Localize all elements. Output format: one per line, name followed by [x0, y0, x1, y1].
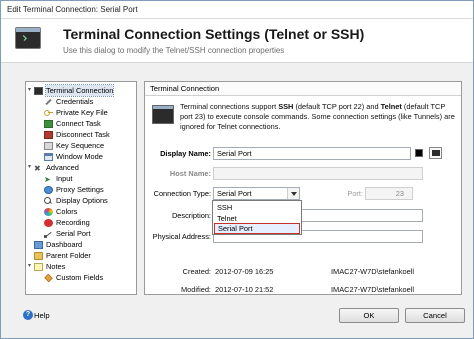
wrench-icon — [44, 98, 53, 106]
dropdown-option-ssh[interactable]: SSH — [214, 202, 300, 213]
tree-item-label: Display Options — [56, 196, 108, 205]
tree-item-label: Proxy Settings — [56, 185, 104, 194]
tree-item-label: Key Sequence — [56, 141, 105, 150]
tree-item-label: Private Key File — [56, 108, 108, 117]
modified-date: 2012-07-10 21:52 — [215, 285, 274, 294]
settings-tree[interactable]: ▾ Terminal Connection Credentials Privat… — [25, 81, 137, 295]
tools-icon — [34, 163, 43, 174]
connection-type-label: Connection Type: — [153, 189, 211, 198]
key-icon — [44, 109, 53, 117]
window-title: Edit Terminal Connection: Serial Port — [7, 5, 138, 14]
chevron-down-icon[interactable] — [287, 188, 299, 199]
display-name-field[interactable]: Serial Port — [213, 147, 411, 160]
tree-item-notes[interactable]: Notes — [34, 261, 65, 272]
tree-item-advanced[interactable]: Advanced — [34, 162, 79, 174]
window-icon — [44, 152, 53, 161]
tree-item-window-mode[interactable]: Window Mode — [44, 151, 103, 162]
titlebar: Edit Terminal Connection: Serial Port — [1, 1, 473, 19]
connect-task-icon — [44, 119, 53, 128]
tree-item-connect-task[interactable]: Connect Task — [44, 118, 101, 129]
search-icon — [44, 196, 53, 205]
tree-item-dashboard[interactable]: Dashboard — [34, 239, 82, 250]
tree-item-display-options[interactable]: Display Options — [44, 195, 108, 206]
tree-item-label: Serial Port — [56, 229, 91, 238]
globe-icon — [44, 185, 53, 194]
settings-panel: Terminal Connection Terminal connections… — [144, 81, 462, 295]
tree-item-disconnect-task[interactable]: Disconnect Task — [44, 129, 110, 140]
tree-item-recording[interactable]: Recording — [44, 217, 90, 228]
dashboard-icon — [34, 240, 43, 249]
panel-description: Terminal connections support SSH (defaul… — [180, 102, 455, 131]
notes-icon — [34, 262, 43, 271]
help-label: Help — [34, 310, 50, 320]
port-label: Port: — [347, 189, 363, 198]
physical-address-label: Physical Address: — [152, 232, 211, 241]
help-link[interactable]: ? Help — [23, 310, 50, 320]
tree-item-label: Colors — [56, 207, 78, 216]
terminal-icon — [34, 86, 43, 95]
color-picker[interactable] — [415, 149, 423, 157]
tree-item-label: Parent Folder — [46, 251, 91, 260]
help-icon: ? — [23, 310, 33, 320]
tree-item-input[interactable]: Input — [44, 173, 73, 185]
colors-icon — [44, 207, 53, 216]
modified-by: IMAC27-W7D\stefankoell — [331, 285, 414, 294]
modified-label: Modified: — [181, 285, 211, 294]
created-label: Created: — [182, 267, 211, 276]
record-icon — [44, 218, 53, 227]
tree-item-credentials[interactable]: Credentials — [44, 96, 93, 107]
tree-item-label: Disconnect Task — [56, 130, 110, 139]
panel-title: Terminal Connection — [145, 82, 461, 96]
ok-button[interactable]: OK — [339, 308, 399, 323]
tree-item-label: Window Mode — [56, 152, 103, 161]
port-field[interactable]: 23 — [365, 187, 413, 200]
serial-port-icon — [44, 230, 53, 238]
tree-item-parent-folder[interactable]: Parent Folder — [34, 250, 91, 261]
cancel-button[interactable]: Cancel — [405, 308, 465, 323]
tree-item-private-key-file[interactable]: Private Key File — [44, 107, 108, 118]
tree-item-label: Custom Fields — [56, 273, 104, 282]
created-by: IMAC27-W7D\stefankoell — [331, 267, 414, 276]
header-subtitle: Use this dialog to modify the Telnet/SSH… — [63, 46, 285, 55]
tree-item-custom-fields[interactable]: Custom Fields — [44, 272, 103, 283]
tree-item-proxy-settings[interactable]: Proxy Settings — [44, 184, 104, 195]
dialog-header: Terminal Connection Settings (Telnet or … — [1, 19, 473, 63]
tree-item-label: Notes — [46, 262, 66, 271]
host-name-label: Host Name: — [169, 169, 211, 178]
tree-item-label: Input — [56, 174, 73, 183]
tree-item-label: Advanced — [46, 163, 79, 172]
tree-item-label: Dashboard — [46, 240, 83, 249]
input-icon — [44, 174, 53, 185]
display-name-label: Display Name: — [160, 149, 211, 158]
tree-item-key-sequence[interactable]: Key Sequence — [44, 140, 104, 151]
tree-item-serial-port[interactable]: Serial Port — [44, 228, 91, 239]
folder-icon — [34, 251, 43, 260]
host-name-field[interactable] — [213, 167, 423, 180]
terminal-settings-button[interactable] — [429, 147, 442, 159]
key-sequence-icon — [44, 141, 53, 150]
header-title: Terminal Connection Settings (Telnet or … — [63, 26, 365, 42]
custom-fields-icon — [44, 273, 53, 282]
terminal-icon — [152, 105, 174, 124]
terminal-icon — [15, 27, 41, 49]
dropdown-option-serial-port[interactable]: Serial Port — [214, 223, 300, 234]
connection-type-dropdown[interactable]: SSH Telnet Serial Port — [212, 200, 302, 235]
tree-item-label: Terminal Connection — [44, 84, 115, 97]
tree-item-label: Recording — [56, 218, 90, 227]
connection-type-select[interactable]: Serial Port — [213, 187, 300, 200]
dialog-window: Edit Terminal Connection: Serial Port Te… — [0, 0, 474, 339]
disconnect-task-icon — [44, 130, 53, 139]
tree-item-terminal-connection[interactable]: Terminal Connection — [34, 84, 115, 97]
tree-item-colors[interactable]: Colors — [44, 206, 77, 217]
connection-type-value: Serial Port — [217, 189, 252, 198]
description-label: Description: — [171, 211, 211, 220]
tree-item-label: Credentials — [56, 97, 94, 106]
tree-item-label: Connect Task — [56, 119, 101, 128]
created-date: 2012-07-09 16:25 — [215, 267, 274, 276]
